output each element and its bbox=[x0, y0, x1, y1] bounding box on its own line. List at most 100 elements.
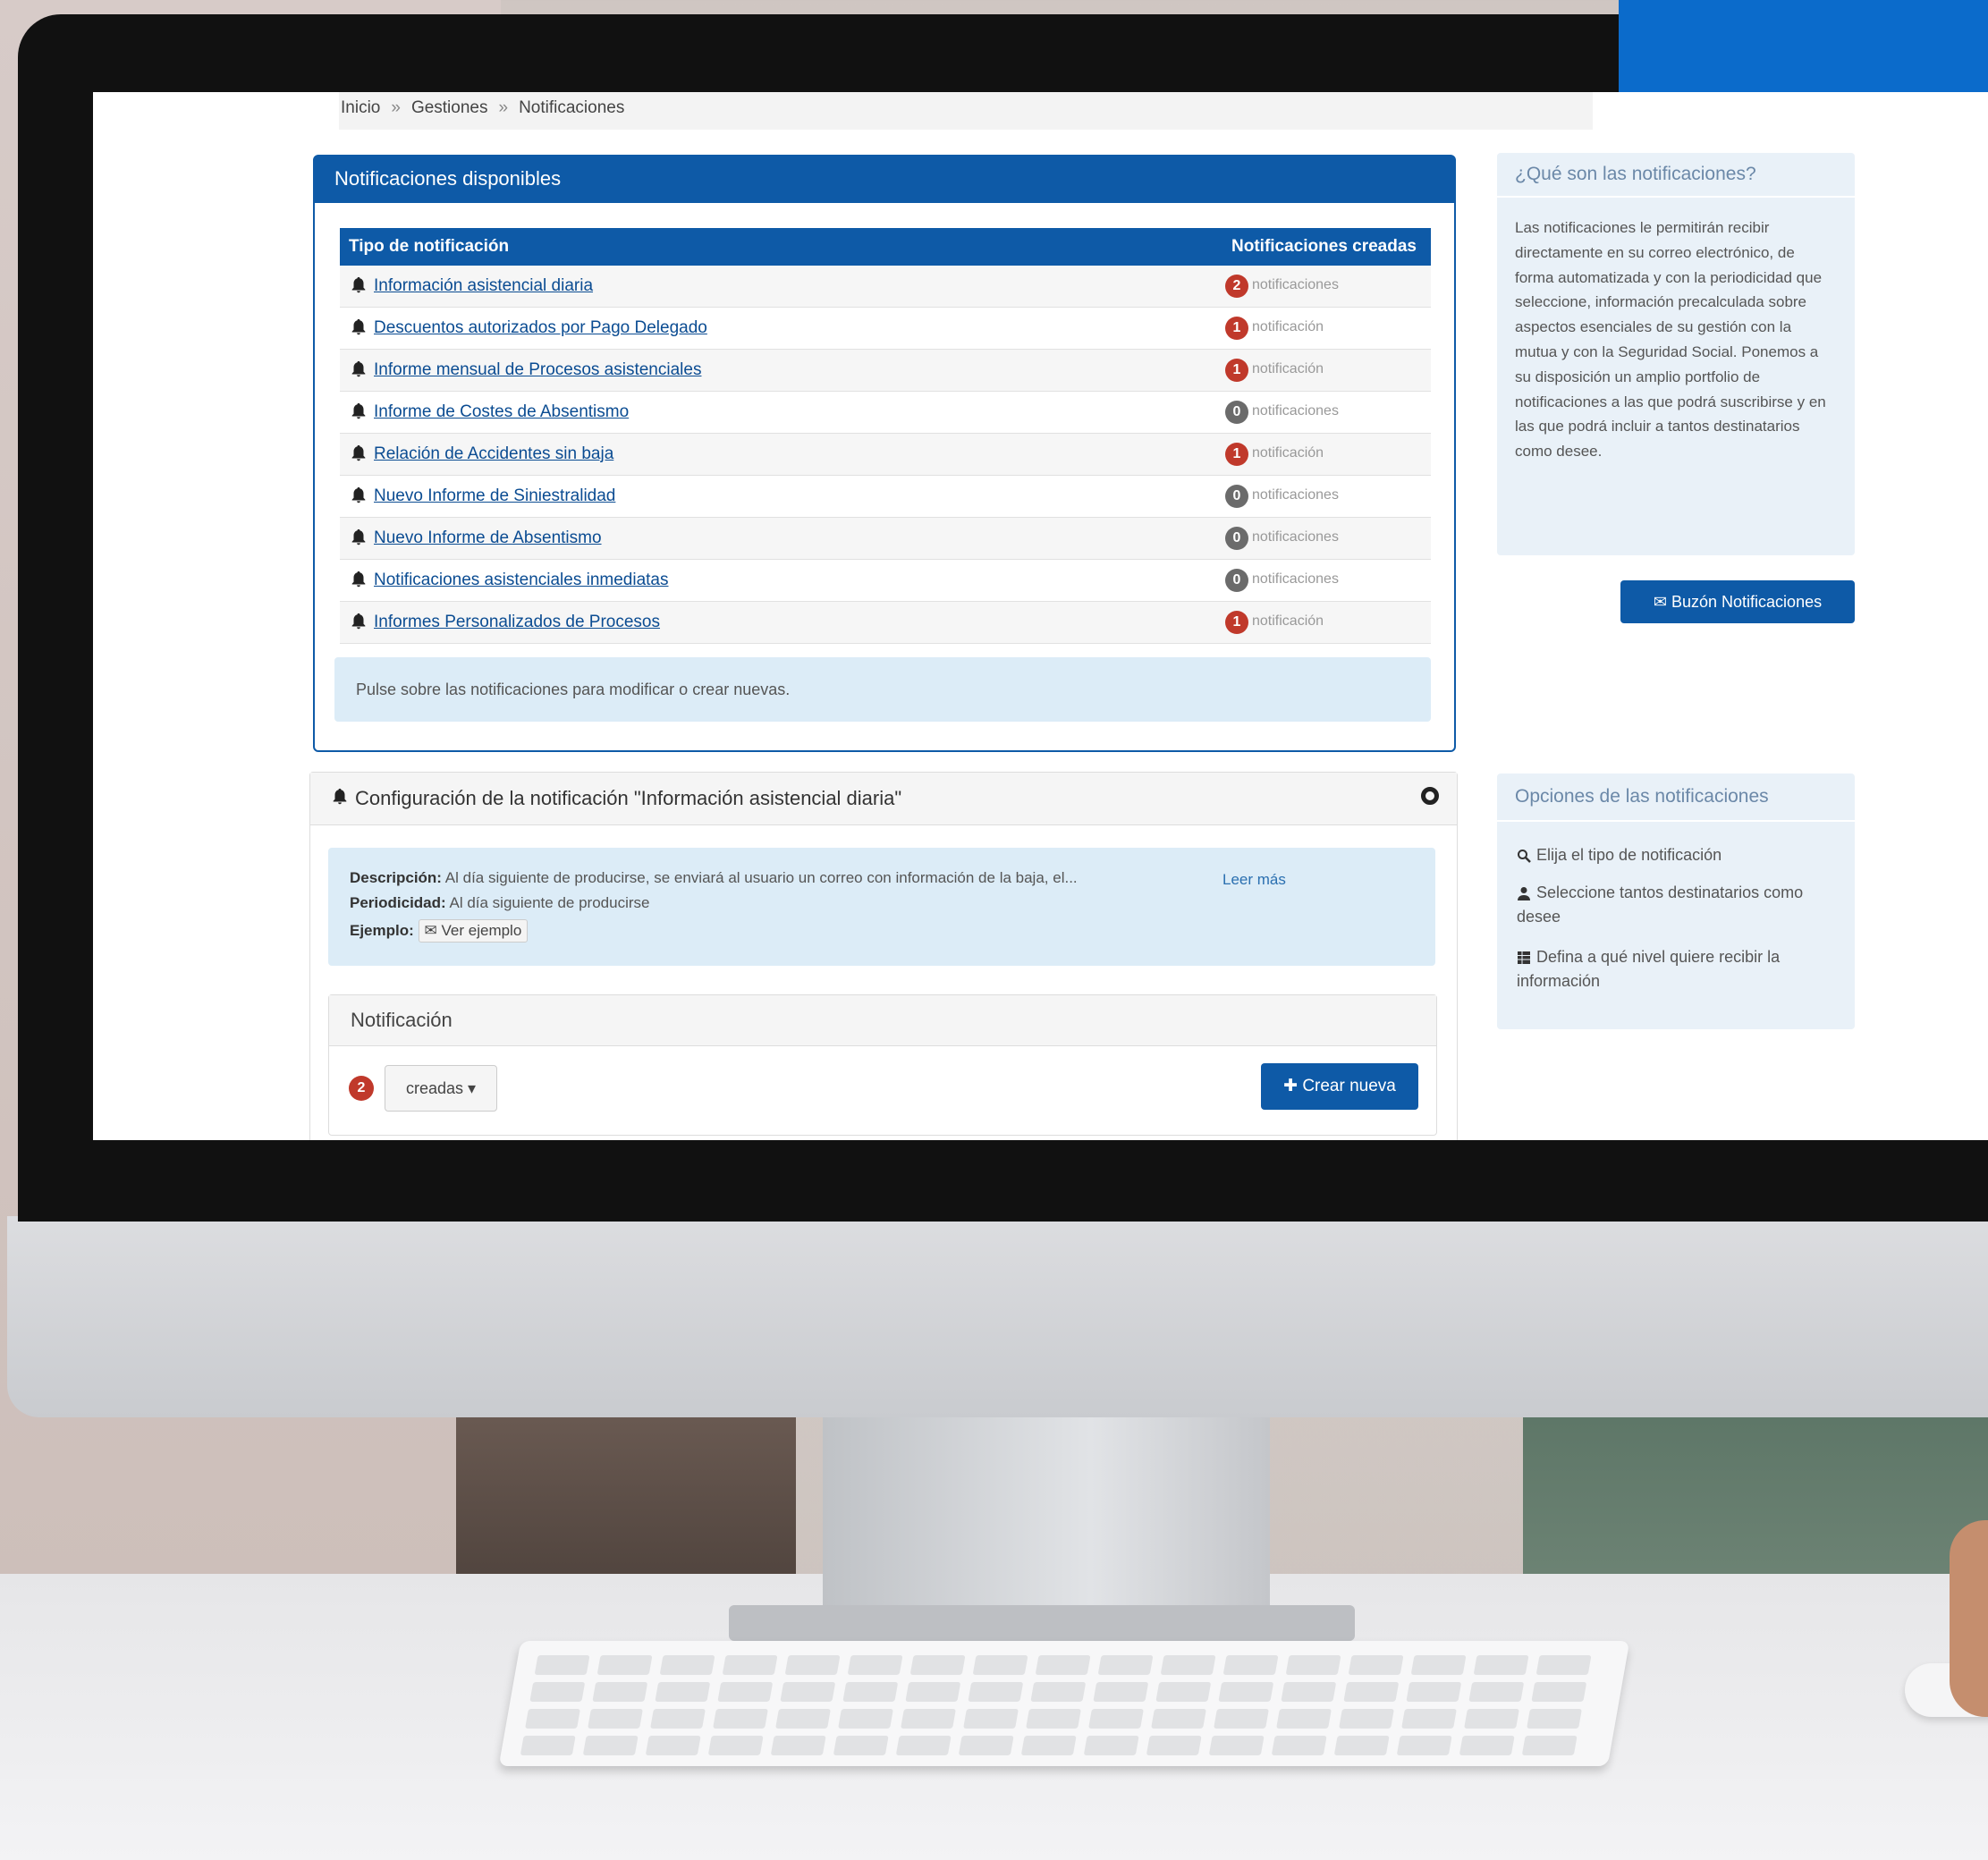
created-dropdown[interactable]: creadas ▾ bbox=[385, 1065, 497, 1112]
keyboard-key bbox=[650, 1709, 706, 1729]
notification-type-link[interactable]: Información asistencial diaria bbox=[374, 276, 593, 296]
count-unit: notificación bbox=[1252, 319, 1324, 334]
keyboard-key bbox=[1146, 1736, 1202, 1755]
column-header-created: Notificaciones creadas bbox=[1231, 237, 1417, 256]
breadcrumb: Inicio » Gestiones » Notificaciones bbox=[339, 92, 1593, 130]
keyboard-key bbox=[972, 1655, 1028, 1675]
count-unit: notificaciones bbox=[1252, 403, 1339, 418]
keyboard-key bbox=[645, 1736, 701, 1755]
count-badge: 0 bbox=[1225, 485, 1248, 508]
keyboard bbox=[498, 1641, 1630, 1766]
bell-icon bbox=[351, 528, 366, 545]
keyboard-key bbox=[1410, 1655, 1467, 1675]
keyboard-key bbox=[707, 1736, 764, 1755]
breadcrumb-separator: » bbox=[391, 98, 401, 117]
keyboard-key bbox=[1339, 1709, 1394, 1729]
table-row: Informe de Costes de Absentismo 0 notifica… bbox=[340, 392, 1431, 434]
option-text: Seleccione tantos destinatarios como des… bbox=[1517, 884, 1804, 926]
option-text: Elija el tipo de notificación bbox=[1536, 846, 1722, 864]
example-line: Ejemplo: ✉ Ver ejemplo bbox=[350, 919, 529, 943]
keyboard-key bbox=[833, 1736, 889, 1755]
bell-icon bbox=[333, 788, 347, 805]
notification-type-link[interactable]: Informes Personalizados de Procesos bbox=[374, 613, 660, 632]
create-new-button[interactable]: ✚ Crear nueva bbox=[1261, 1063, 1418, 1110]
keyboard-key bbox=[713, 1709, 768, 1729]
keyboard-key bbox=[1343, 1682, 1400, 1702]
table-row: Nuevo Informe de Siniestralidad 0 notifica… bbox=[340, 476, 1431, 518]
table-header: Tipo de notificación Notificaciones crea… bbox=[340, 228, 1431, 266]
bell-icon bbox=[351, 444, 366, 461]
keyboard-key bbox=[1020, 1736, 1077, 1755]
keyboard-key bbox=[596, 1655, 653, 1675]
keyboard-key bbox=[722, 1655, 778, 1675]
count-unit: notificación bbox=[1252, 613, 1324, 629]
keyboard-key bbox=[588, 1709, 643, 1729]
table-row: Descuentos autorizados por Pago Delegado… bbox=[340, 308, 1431, 350]
keyboard-key bbox=[717, 1682, 774, 1702]
keyboard-key bbox=[1030, 1682, 1087, 1702]
description-label: Descripción: bbox=[350, 869, 442, 886]
notification-inbox-button[interactable]: ✉ Buzón Notificaciones bbox=[1620, 580, 1855, 623]
close-icon[interactable] bbox=[1421, 787, 1439, 805]
keyboard-key bbox=[534, 1655, 590, 1675]
notification-box: Notificación 2 creadas ▾ ✚ Crear nueva bbox=[328, 994, 1437, 1136]
keyboard-key bbox=[780, 1682, 836, 1702]
keyboard-key bbox=[968, 1682, 1024, 1702]
notifications-table: Tipo de notificación Notificaciones crea… bbox=[340, 228, 1431, 644]
keyboard-key bbox=[1151, 1709, 1206, 1729]
table-row: Información asistencial diaria 2 notificac… bbox=[340, 266, 1431, 308]
table-row: Notificaciones asistenciales inmediatas 0… bbox=[340, 560, 1431, 602]
keyboard-key bbox=[1097, 1655, 1154, 1675]
period-label: Periodicidad: bbox=[350, 894, 446, 911]
example-label: Ejemplo: bbox=[350, 922, 414, 939]
config-title: Configuración de la notificación "Inform… bbox=[355, 787, 902, 809]
count-unit: notificaciones bbox=[1252, 487, 1339, 503]
notification-type-link[interactable]: Informe de Costes de Absentismo bbox=[374, 402, 629, 422]
keyboard-key bbox=[909, 1655, 966, 1675]
table-row: Informe mensual de Procesos asistenciale… bbox=[340, 350, 1431, 392]
keyboard-key bbox=[1271, 1736, 1327, 1755]
notification-box-title: Notificación bbox=[329, 995, 1436, 1046]
what-body: Las notificaciones le permitirán recibir… bbox=[1515, 219, 1826, 461]
config-header: Configuración de la notificación "Inform… bbox=[310, 773, 1457, 825]
panel-title: Notificaciones disponibles bbox=[315, 156, 1454, 203]
notification-type-link[interactable]: Nuevo Informe de Siniestralidad bbox=[374, 486, 615, 506]
breadcrumb-separator: » bbox=[498, 98, 509, 117]
notification-type-link[interactable]: Nuevo Informe de Absentismo bbox=[374, 528, 602, 548]
notification-type-link[interactable]: Informe mensual de Procesos asistenciale… bbox=[374, 360, 701, 380]
monitor-stand-base bbox=[729, 1605, 1355, 1641]
breadcrumb-gestiones[interactable]: Gestiones bbox=[411, 98, 488, 117]
period-line: Periodicidad: Al día siguiente de produc… bbox=[350, 894, 649, 912]
keyboard-key bbox=[895, 1736, 952, 1755]
keyboard-key bbox=[784, 1655, 841, 1675]
keyboard-key bbox=[525, 1709, 580, 1729]
notification-type-link[interactable]: Relación de Accidentes sin baja bbox=[374, 444, 613, 464]
notification-type-link[interactable]: Notificaciones asistenciales inmediatas bbox=[374, 571, 669, 590]
keyboard-key bbox=[1473, 1655, 1529, 1675]
view-example-label: Ver ejemplo bbox=[441, 922, 522, 939]
keyboard-key bbox=[1333, 1736, 1390, 1755]
keyboard-key bbox=[1035, 1655, 1091, 1675]
option-item: Defina a qué nivel quiere recibir la inf… bbox=[1517, 945, 1839, 993]
option-item: Elija el tipo de notificación bbox=[1517, 843, 1839, 867]
keyboard-key bbox=[1396, 1736, 1452, 1755]
notification-options-panel: Opciones de las notificaciones Elija el … bbox=[1497, 774, 1855, 1029]
notification-type-link[interactable]: Descuentos autorizados por Pago Delegado bbox=[374, 318, 707, 338]
count-badge: 1 bbox=[1225, 317, 1248, 340]
keyboard-key bbox=[1218, 1682, 1274, 1702]
keyboard-key bbox=[1527, 1709, 1582, 1729]
table-row: Informes Personalizados de Procesos 1 noti… bbox=[340, 602, 1431, 644]
count-unit: notificación bbox=[1252, 445, 1324, 461]
bell-icon bbox=[351, 318, 366, 335]
keyboard-key bbox=[958, 1736, 1014, 1755]
count-badge: 0 bbox=[1225, 527, 1248, 550]
background-shelf bbox=[456, 1413, 796, 1592]
keyboard-key bbox=[1026, 1709, 1081, 1729]
description-line: Descripción: Al día siguiente de produci… bbox=[350, 869, 1078, 887]
breadcrumb-inicio[interactable]: Inicio bbox=[341, 98, 380, 117]
keyboard-key bbox=[655, 1682, 711, 1702]
option-text: Defina a qué nivel quiere recibir la inf… bbox=[1517, 948, 1781, 990]
keyboard-key bbox=[770, 1736, 826, 1755]
read-more-link[interactable]: Leer más bbox=[1222, 871, 1286, 889]
view-example-button[interactable]: ✉ Ver ejemplo bbox=[418, 919, 529, 943]
